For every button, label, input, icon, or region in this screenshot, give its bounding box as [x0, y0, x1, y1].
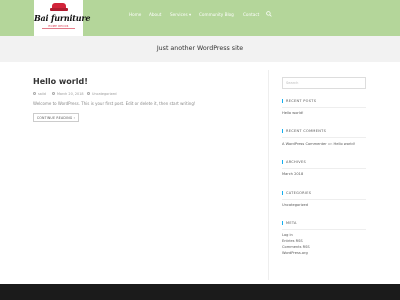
comment-on-text: on [327, 142, 333, 146]
widget-divider [282, 137, 366, 138]
meta-entries-rss-link[interactable]: Entries RSS [282, 239, 303, 243]
site-logo[interactable]: Bai furniture HOME DECOR [34, 0, 91, 36]
chevron-right-icon: › [73, 116, 76, 120]
chevron-down-icon: ▾ [189, 12, 192, 17]
post-excerpt: Welcome to WordPress. This is your first… [33, 101, 196, 106]
site-footer [0, 284, 400, 300]
widget-accent-bar [282, 99, 284, 103]
sidebar-divider [268, 70, 269, 280]
widget-title-recent-posts: RECENT POSTS [286, 99, 317, 103]
sofa-base [50, 8, 68, 11]
logo-tagline: HOME DECOR [48, 25, 69, 28]
nav-home[interactable]: Home [129, 12, 141, 17]
nav-about[interactable]: About [149, 12, 161, 17]
logo-divider [42, 28, 75, 29]
meta-comments-rss-link[interactable]: Comments RSS [282, 245, 310, 249]
nav-contact[interactable]: Contact [243, 12, 259, 17]
recent-comment-item: A WordPress Commenter on Hello world! [282, 142, 355, 146]
widget-divider [282, 168, 366, 169]
widget-divider [282, 229, 366, 230]
search-icon[interactable] [266, 11, 272, 17]
page-banner: Just another WordPress site [0, 36, 400, 62]
clock-icon [52, 92, 55, 95]
nav-community-blog[interactable]: Community Blog [199, 12, 234, 17]
post-title[interactable]: Hello world! [33, 77, 88, 86]
post-category[interactable]: Uncategorized [92, 92, 117, 96]
folder-icon [87, 92, 90, 95]
category-link[interactable]: Uncategorized [282, 203, 308, 207]
search-placeholder: Search [286, 81, 299, 85]
widget-title-meta: META [286, 221, 297, 225]
archive-link[interactable]: March 2018 [282, 172, 303, 176]
site-header: Bai furniture HOME DECOR Home About Serv… [0, 0, 400, 36]
logo-text: Bai furniture [34, 13, 91, 23]
widget-divider [282, 199, 366, 200]
post-author[interactable]: saiid [38, 92, 46, 96]
widget-accent-bar [282, 129, 284, 133]
widget-divider [282, 107, 366, 108]
widget-title-archives: ARCHIVES [286, 160, 306, 164]
user-icon [33, 92, 36, 95]
post-date: March 20, 2018 [57, 92, 84, 96]
widget-accent-bar [282, 160, 284, 164]
meta-login-link[interactable]: Log in [282, 233, 293, 237]
sidebar-search-input[interactable]: Search [282, 77, 366, 89]
comment-author-link[interactable]: A WordPress Commenter [282, 142, 327, 146]
comment-post-link[interactable]: Hello world! [334, 142, 356, 146]
widget-title-recent-comments: RECENT COMMENTS [286, 129, 327, 133]
site-tagline: Just another WordPress site [156, 45, 244, 52]
widget-accent-bar [282, 221, 284, 225]
recent-post-link[interactable]: Hello world! [282, 111, 304, 115]
continue-reading-label: CONTINUE READING [36, 116, 73, 120]
nav-services[interactable]: Services ▾ [170, 12, 191, 17]
widget-title-categories: CATEGORIES [286, 191, 312, 195]
continue-reading-button[interactable]: CONTINUE READING › [33, 113, 79, 122]
nav-services-label: Services [170, 12, 188, 17]
meta-wordpress-link[interactable]: WordPress.org [282, 251, 308, 255]
widget-accent-bar [282, 191, 284, 195]
